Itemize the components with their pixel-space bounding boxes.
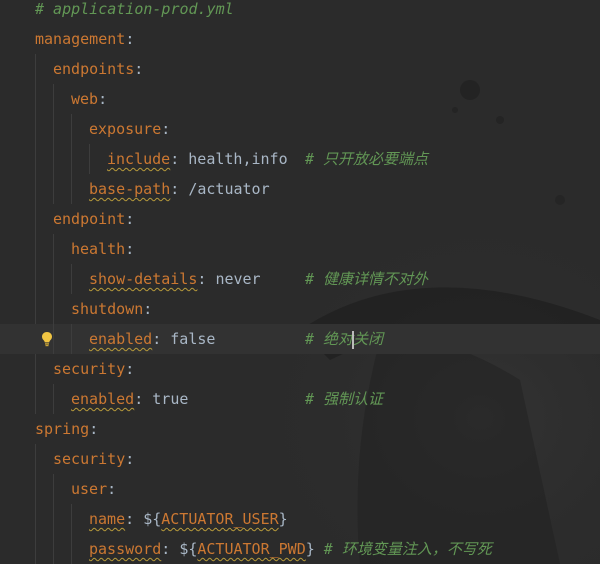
code-line[interactable]: shutdown:	[0, 294, 600, 324]
yaml-key-user: user	[71, 480, 108, 498]
code-line[interactable]: web:	[0, 84, 600, 114]
code-line[interactable]: # application-prod.yml	[0, 0, 600, 24]
yaml-key-name: name	[89, 510, 126, 528]
code-line[interactable]: include: health,info # 只开放必要端点	[0, 144, 600, 174]
comment-enabled-security: # 强制认证	[305, 390, 384, 408]
code-line[interactable]: endpoint:	[0, 204, 600, 234]
code-line-current[interactable]: enabled: false # 绝对关闭	[0, 324, 600, 354]
yaml-key-spring-security: security	[53, 450, 126, 468]
yaml-key-security: security	[53, 360, 126, 378]
code-line[interactable]: spring:	[0, 414, 600, 444]
yaml-key-password: password	[89, 540, 162, 558]
yaml-key-health: health	[71, 240, 126, 258]
code-line[interactable]: exposure:	[0, 114, 600, 144]
yaml-key-include: include	[107, 150, 171, 168]
yaml-key-web: web	[71, 90, 99, 108]
yaml-value-show-details: never	[215, 270, 261, 288]
code-line[interactable]: security:	[0, 444, 600, 474]
comment-enabled-shutdown: # 绝对关闭	[305, 330, 384, 349]
code-line[interactable]: endpoints:	[0, 54, 600, 84]
code-line[interactable]: password: ${ACTUATOR_PWD} # 环境变量注入，不写死	[0, 534, 600, 564]
code-editor[interactable]: # application-prod.yml management: endpo…	[0, 0, 600, 564]
yaml-value-base-path: /actuator	[188, 180, 270, 198]
yaml-key-enabled-security: enabled	[71, 390, 135, 408]
yaml-key-endpoint: endpoint	[53, 210, 126, 228]
yaml-key-show-details: show-details	[89, 270, 198, 288]
yaml-key-base-path: base-path	[89, 180, 171, 198]
yaml-key-enabled-shutdown: enabled	[89, 330, 153, 348]
code-line[interactable]: base-path: /actuator	[0, 174, 600, 204]
yaml-key-shutdown: shutdown	[71, 300, 144, 318]
yaml-value-enabled-shutdown: false	[170, 330, 216, 348]
code-line[interactable]: show-details: never # 健康详情不对外	[0, 264, 600, 294]
env-var-actuator-user: ACTUATOR_USER	[161, 510, 279, 528]
env-var-actuator-pwd: ACTUATOR_PWD	[197, 540, 306, 558]
comment-show-details: # 健康详情不对外	[305, 270, 429, 288]
comment-include: # 只开放必要端点	[305, 150, 429, 168]
yaml-value-enabled-security: true	[152, 390, 189, 408]
code-line[interactable]: enabled: true # 强制认证	[0, 384, 600, 414]
comment-password: # 环境变量注入，不写死	[323, 540, 492, 558]
code-line[interactable]: security:	[0, 354, 600, 384]
code-line[interactable]: name: ${ACTUATOR_USER}	[0, 504, 600, 534]
code-line[interactable]: management:	[0, 24, 600, 54]
yaml-value-include: health,info	[188, 150, 288, 168]
yaml-key-endpoints: endpoints	[53, 60, 135, 78]
yaml-key-spring: spring	[35, 420, 90, 438]
file-comment: # application-prod.yml	[35, 0, 234, 18]
code-line[interactable]: health:	[0, 234, 600, 264]
yaml-key-management: management	[35, 30, 126, 48]
code-line[interactable]: user:	[0, 474, 600, 504]
yaml-key-exposure: exposure	[89, 120, 162, 138]
lightbulb-icon[interactable]	[41, 331, 53, 347]
